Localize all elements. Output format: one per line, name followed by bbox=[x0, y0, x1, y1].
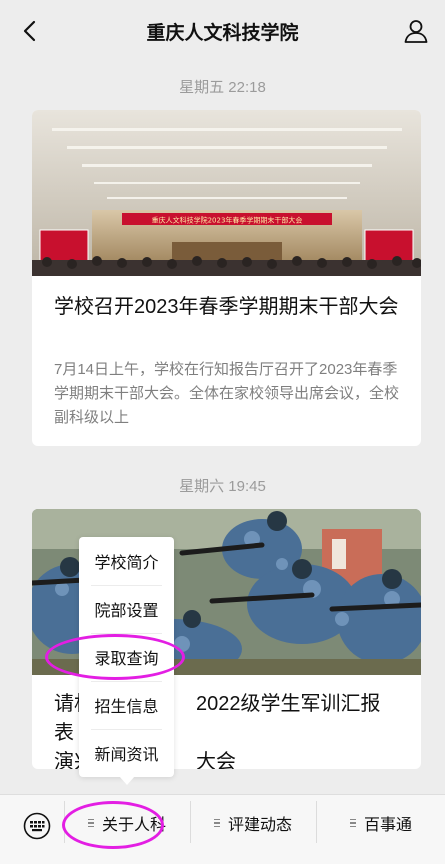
banner-text: 重庆人文科技学院2023年春季学期期末干部大会 bbox=[152, 216, 303, 225]
menu-tab-evaluation-news[interactable]: 评建动态 bbox=[191, 803, 315, 843]
menu-item-school-intro[interactable]: 学校简介 bbox=[79, 537, 174, 585]
top-nav-bar: 重庆人文科技学院 bbox=[0, 0, 445, 62]
menu-item-departments[interactable]: 院部设置 bbox=[79, 585, 174, 633]
person-icon bbox=[404, 20, 428, 43]
menu-item-enrollment-info[interactable]: 招生信息 bbox=[79, 681, 174, 729]
keyboard-icon bbox=[23, 812, 51, 840]
popup-arrow bbox=[119, 776, 135, 785]
title-fragment: 大会 bbox=[196, 751, 236, 769]
menu-tab-baishitong[interactable]: 百事通 bbox=[317, 803, 445, 843]
article-title: 学校召开2023年春季学期期末干部大会 bbox=[54, 296, 399, 318]
menu-list-icon bbox=[213, 817, 220, 830]
keyboard-toggle-button[interactable] bbox=[22, 811, 52, 841]
profile-button[interactable] bbox=[401, 16, 431, 46]
article-image-auditorium: 重庆人文科技学院2023年春季学期期末干部大会 bbox=[32, 110, 421, 276]
message-timestamp: 星期六 19:45 bbox=[179, 478, 266, 495]
article-description: 7月14日上午，学校在行知报告厅召开了2023年春季学期期末干部大会。全体在家校… bbox=[54, 361, 400, 426]
highlight-ellipse-about-tab bbox=[62, 801, 164, 849]
article-card[interactable]: 重庆人文科技学院2023年春季学期期末干部大会 学校召开2023年春季学期期末干… bbox=[32, 110, 421, 446]
menu-tab-label: 评建动态 bbox=[227, 817, 292, 834]
message-timestamp: 星期五 22:18 bbox=[179, 79, 266, 96]
highlight-ellipse-admission-query bbox=[45, 634, 185, 680]
menu-item-news[interactable]: 新闻资讯 bbox=[79, 729, 174, 777]
menu-list-icon bbox=[349, 817, 356, 830]
menu-tab-label: 百事通 bbox=[363, 817, 412, 834]
page-title: 重庆人文科技学院 bbox=[146, 23, 299, 44]
